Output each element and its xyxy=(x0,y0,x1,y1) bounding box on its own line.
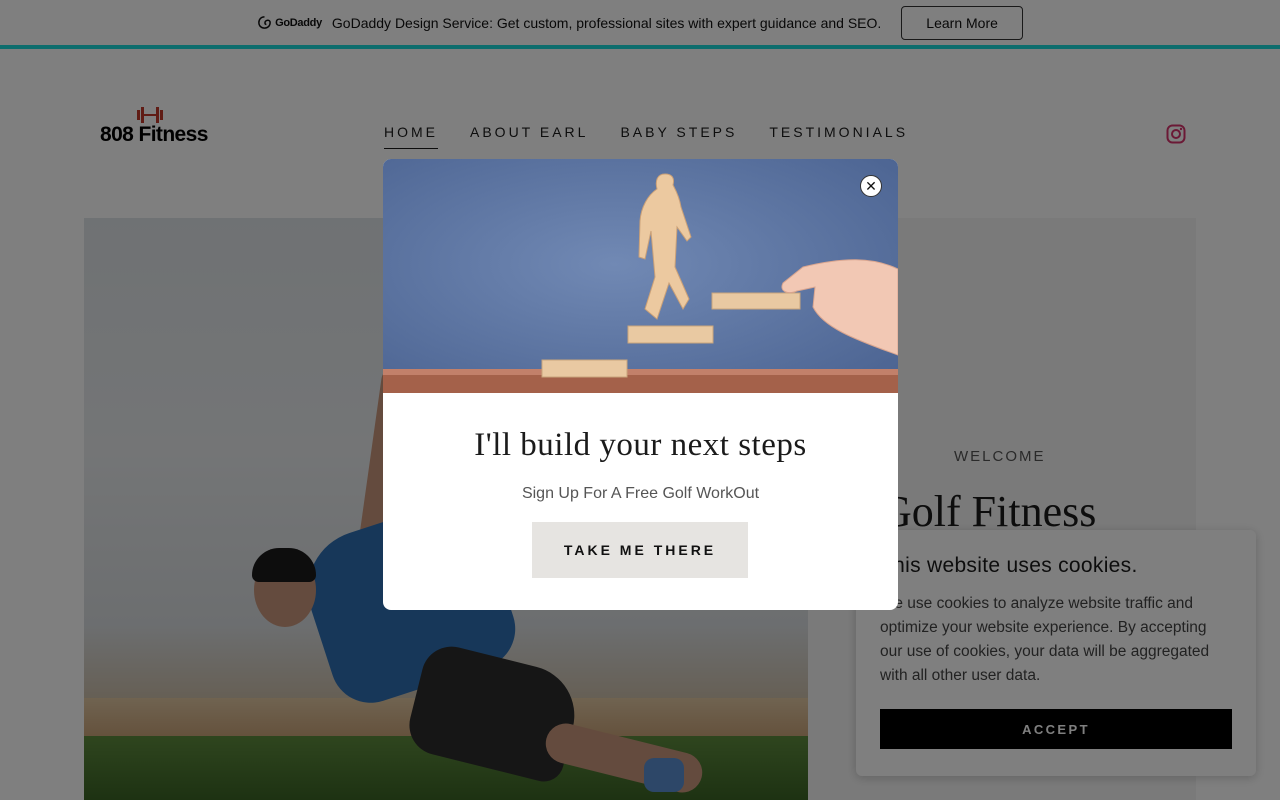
modal-subtitle: Sign Up For A Free Golf WorkOut xyxy=(521,485,760,502)
steps-illustration xyxy=(383,159,898,393)
close-modal-button[interactable]: ✕ xyxy=(860,175,882,197)
modal-title: I'll build your next steps xyxy=(474,427,807,463)
close-icon: ✕ xyxy=(865,178,877,194)
signup-modal: ✕ I'll build your next steps Sign Up For… xyxy=(383,159,898,610)
take-me-there-button[interactable]: TAKE ME THERE xyxy=(532,522,748,578)
